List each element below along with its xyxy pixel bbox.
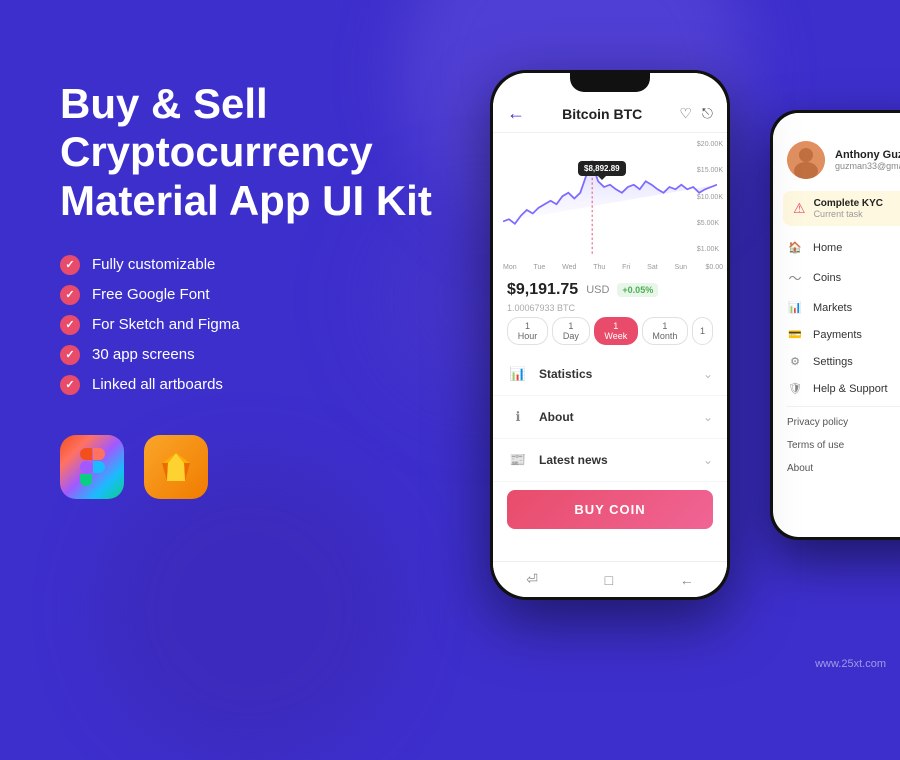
- menu-settings-label: Settings: [813, 356, 853, 368]
- chart-tooltip: $8,892.89: [578, 161, 626, 176]
- chart-area: $20.00K $15.00K $10.00K $5.00K $1.00K $8…: [493, 133, 727, 273]
- check-icon-3: [60, 315, 80, 335]
- nav-icon-1: ⏎: [526, 571, 538, 588]
- check-icon-2: [60, 285, 80, 305]
- user-info: Anthony Guzman guzman33@gmail.com: [835, 149, 900, 171]
- menu-settings[interactable]: ⚙ Settings: [773, 348, 900, 375]
- time-1week[interactable]: 1 Week: [594, 317, 638, 345]
- phone-bottom-nav: ⏎ □ ←: [493, 561, 727, 597]
- price-change: +0.05%: [617, 283, 658, 297]
- time-1day[interactable]: 1 Day: [552, 317, 590, 345]
- figma-icon: [80, 448, 105, 486]
- phone-main-screen: ← Bitcoin BTC ♡ ⎋ $20.00K $15.00K $10.00…: [493, 73, 727, 597]
- menu-help[interactable]: 🛡 Help & Support: [773, 375, 900, 402]
- news-label: Latest news: [539, 453, 703, 467]
- phone-header-actions: ♡ ⎋: [679, 105, 713, 122]
- time-other[interactable]: 1: [692, 317, 713, 345]
- kyc-title: Complete KYC: [814, 198, 883, 209]
- buy-button[interactable]: BUY COIN: [507, 490, 713, 529]
- phone-header: ← Bitcoin BTC ♡ ⎋: [493, 73, 727, 133]
- time-1month[interactable]: 1 Month: [642, 317, 688, 345]
- accordion-about[interactable]: ℹ About ⌄: [493, 396, 727, 439]
- check-icon-5: [60, 375, 80, 395]
- payments-icon: 💳: [787, 328, 803, 341]
- sketch-icon-box: [144, 435, 208, 499]
- accordion-statistics[interactable]: 📊 Statistics ⌄: [493, 353, 727, 396]
- kyc-info: Complete KYC Current task: [814, 198, 883, 219]
- phone-secondary-screen: Anthony Guzman guzman33@gmail.com ⚠ Comp…: [773, 113, 900, 537]
- figma-icon-box: [60, 435, 124, 499]
- menu-home-label: Home: [813, 242, 842, 254]
- time-buttons: 1 Hour 1 Day 1 Week 1 Month 1: [493, 313, 727, 353]
- coins-icon: 〜: [787, 268, 803, 287]
- heart-icon[interactable]: ♡: [679, 105, 692, 122]
- news-chevron: ⌄: [703, 453, 713, 467]
- price-section: $9,191.75 USD +0.05%: [493, 273, 727, 305]
- share-icon[interactable]: ⎋: [702, 105, 713, 122]
- time-1hour[interactable]: 1 Hour: [507, 317, 548, 345]
- markets-icon: 📊: [787, 301, 803, 314]
- menu-divider: [787, 406, 900, 407]
- menu-help-label: Help & Support: [813, 383, 888, 395]
- menu-payments[interactable]: 💳 Payments: [773, 321, 900, 348]
- phone-main: ← Bitcoin BTC ♡ ⎋ $20.00K $15.00K $10.00…: [490, 70, 730, 600]
- kyc-subtitle: Current task: [814, 209, 883, 219]
- tool-icons: [60, 435, 440, 499]
- feature-3: For Sketch and Figma: [60, 315, 440, 335]
- title-line2: Cryptocurrency: [60, 128, 373, 175]
- phone-secondary: Anthony Guzman guzman33@gmail.com ⚠ Comp…: [770, 110, 900, 540]
- price-btc: 1.00067933 BTC: [493, 303, 727, 313]
- settings-icon: ⚙: [787, 355, 803, 368]
- sidebar-header: Anthony Guzman guzman33@gmail.com: [773, 113, 900, 191]
- chart-y-labels: $20.00K $15.00K $10.00K $5.00K $1.00K: [697, 141, 723, 253]
- phone-screen-title: Bitcoin BTC: [562, 106, 642, 122]
- about-icon: ℹ: [507, 406, 529, 428]
- privacy-link[interactable]: Privacy policy: [773, 411, 900, 434]
- check-icon-4: [60, 345, 80, 365]
- price-chart: [503, 141, 717, 256]
- feature-1: Fully customizable: [60, 255, 440, 275]
- menu-markets-label: Markets: [813, 302, 852, 314]
- price-amount: $9,191.75: [507, 281, 578, 299]
- statistics-label: Statistics: [539, 367, 703, 381]
- about-link[interactable]: About: [773, 457, 900, 480]
- menu-home[interactable]: 🏠 Home: [773, 234, 900, 261]
- user-email: guzman33@gmail.com: [835, 161, 900, 171]
- title-line1: Buy & Sell: [60, 80, 268, 127]
- bg-decoration-2: [100, 460, 400, 760]
- about-chevron: ⌄: [703, 410, 713, 424]
- chart-x-labels: Mon Tue Wed Thu Fri Sat Sun: [503, 264, 687, 271]
- kyc-alert[interactable]: ⚠ Complete KYC Current task: [783, 191, 900, 226]
- nav-icon-2: □: [605, 572, 613, 588]
- main-title: Buy & Sell Cryptocurrency Material App U…: [60, 80, 440, 225]
- watermark: www.25xt.com: [815, 658, 886, 670]
- back-button[interactable]: ←: [507, 103, 525, 124]
- statistics-icon: 📊: [507, 363, 529, 385]
- title-line3: Material App UI Kit: [60, 177, 432, 224]
- help-icon: 🛡: [787, 382, 803, 395]
- feature-2: Free Google Font: [60, 285, 440, 305]
- menu-payments-label: Payments: [813, 329, 862, 341]
- features-list: Fully customizable Free Google Font For …: [60, 255, 440, 395]
- statistics-chevron: ⌄: [703, 367, 713, 381]
- user-name: Anthony Guzman: [835, 149, 900, 161]
- menu-coins-label: Coins: [813, 272, 841, 284]
- accordion-news[interactable]: 📰 Latest news ⌄: [493, 439, 727, 482]
- left-panel: Buy & Sell Cryptocurrency Material App U…: [60, 80, 440, 499]
- menu-markets[interactable]: 📊 Markets: [773, 294, 900, 321]
- nav-icon-3: ←: [680, 572, 694, 588]
- user-avatar: [787, 141, 825, 179]
- news-icon: 📰: [507, 449, 529, 471]
- check-icon-1: [60, 255, 80, 275]
- zero-label: $0.00: [705, 264, 723, 271]
- home-icon: 🏠: [787, 241, 803, 254]
- terms-link[interactable]: Terms of use: [773, 434, 900, 457]
- feature-5: Linked all artboards: [60, 375, 440, 395]
- price-currency: USD: [586, 284, 609, 296]
- kyc-warning-icon: ⚠: [793, 200, 806, 217]
- about-label: About: [539, 410, 703, 424]
- feature-4: 30 app screens: [60, 345, 440, 365]
- menu-coins[interactable]: 〜 Coins: [773, 261, 900, 294]
